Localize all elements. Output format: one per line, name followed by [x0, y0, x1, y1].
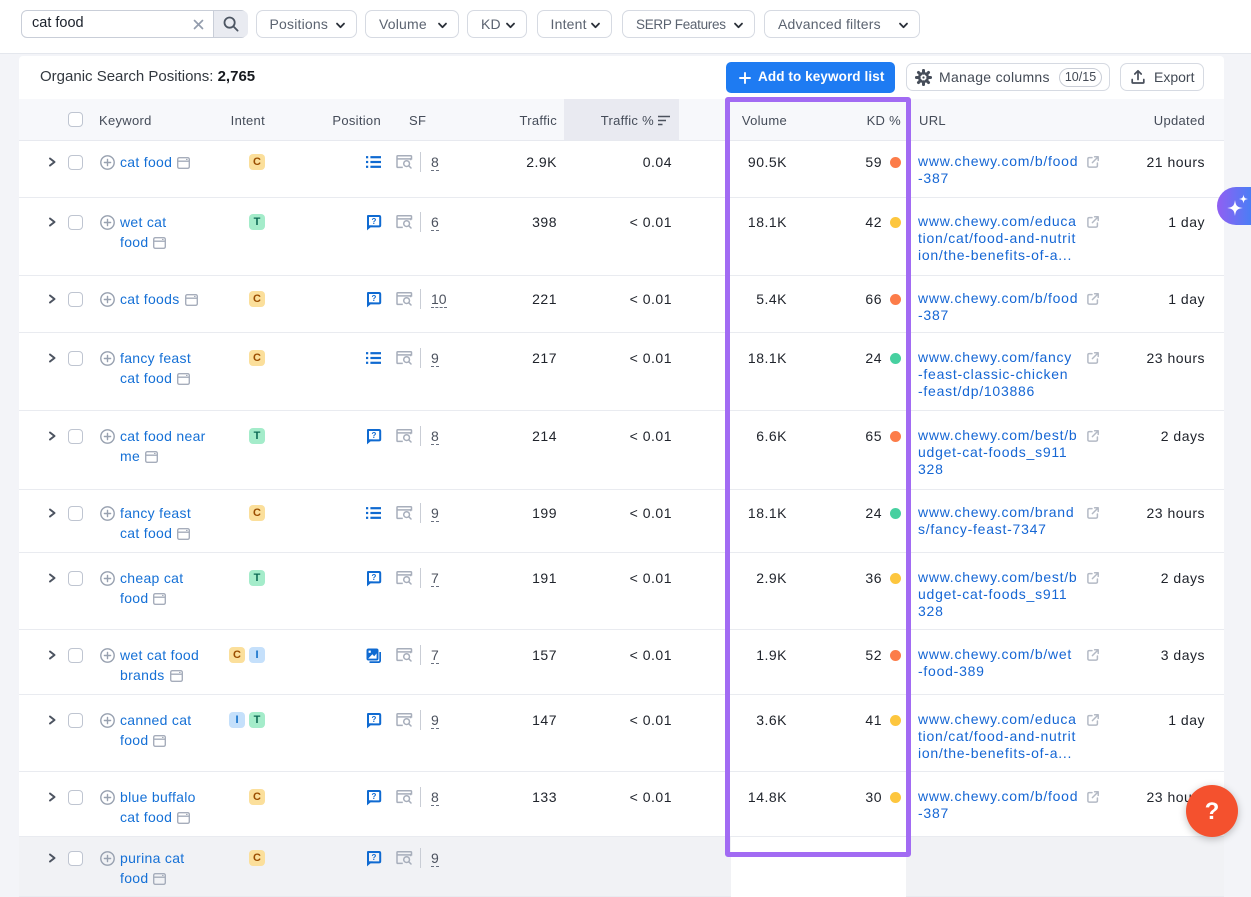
svg-text:?: ?: [372, 294, 377, 303]
svg-text:?: ?: [372, 792, 377, 801]
svg-text:?: ?: [372, 431, 377, 440]
svg-text:?: ?: [372, 715, 377, 724]
svg-text:?: ?: [372, 853, 377, 862]
svg-text:?: ?: [372, 217, 377, 226]
svg-text:?: ?: [372, 573, 377, 582]
